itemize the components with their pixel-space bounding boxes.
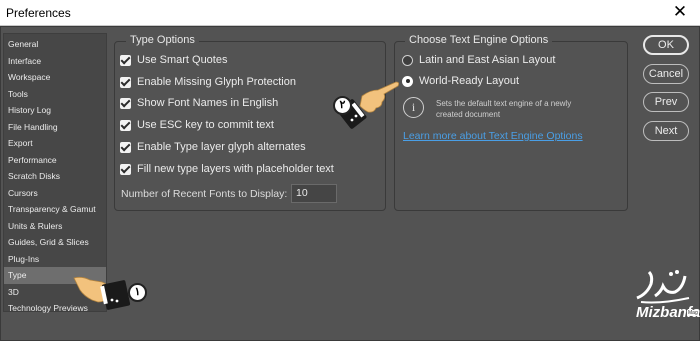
checkbox-label: Fill new type layers with placeholder te… <box>137 163 334 175</box>
type-layer-glyph-alternates-checkbox[interactable]: Enable Type layer glyph alternates <box>120 140 306 154</box>
sidebar-item-transparency-gamut[interactable]: Transparency & Gamut <box>4 201 106 218</box>
mizbanfa-watermark: Mizbanfa Mag <box>587 264 700 334</box>
learn-more-link[interactable]: Learn more about Text Engine Options <box>403 130 583 142</box>
watermark-logo-icon <box>636 270 690 304</box>
esc-commit-text-checkbox[interactable]: Use ESC key to commit text <box>120 118 274 132</box>
watermark-mag: Mag <box>687 310 699 316</box>
text-engine-title: Choose Text Engine Options <box>405 34 553 46</box>
sidebar-item-plug-ins[interactable]: Plug-Ins <box>4 251 106 268</box>
latin-east-asian-radio[interactable]: Latin and East Asian Layout <box>402 53 555 67</box>
checkbox-checked-icon[interactable] <box>120 141 131 153</box>
sidebar-item-units-rulers[interactable]: Units & Rulers <box>4 218 106 235</box>
recent-fonts-input[interactable]: 10 <box>291 184 337 203</box>
cancel-button[interactable]: Cancel <box>643 64 689 84</box>
sidebar-item-guides-grid-slices[interactable]: Guides, Grid & Slices <box>4 234 106 251</box>
sidebar-item-scratch-disks[interactable]: Scratch Disks <box>4 168 106 185</box>
checkbox-checked-icon[interactable] <box>120 119 131 131</box>
world-ready-radio[interactable]: World-Ready Layout <box>402 74 519 88</box>
radio-label: Latin and East Asian Layout <box>419 54 556 66</box>
next-button[interactable]: Next <box>643 121 689 141</box>
sidebar-item-cursors[interactable]: Cursors <box>4 185 106 202</box>
checkbox-checked-icon[interactable] <box>120 97 131 109</box>
type-options-title: Type Options <box>126 34 199 46</box>
radio-checked-icon[interactable] <box>402 75 413 87</box>
radio-label: World-Ready Layout <box>419 75 520 87</box>
checkbox-checked-icon[interactable] <box>120 163 131 175</box>
font-names-english-checkbox[interactable]: Show Font Names in English <box>120 96 278 110</box>
sidebar-item-history-log[interactable]: History Log <box>4 102 106 119</box>
checkbox-label: Show Font Names in English <box>137 97 279 109</box>
prev-button[interactable]: Prev <box>643 92 689 112</box>
sidebar-item-general[interactable]: General <box>4 36 106 53</box>
sidebar-item-file-handling[interactable]: File Handling <box>4 119 106 136</box>
window-title: Preferences <box>6 6 71 20</box>
title-bar: Preferences ✕ <box>0 0 700 26</box>
checkbox-label: Use ESC key to commit text <box>137 119 274 131</box>
checkbox-label: Use Smart Quotes <box>137 54 228 66</box>
checkbox-label: Enable Missing Glyph Protection <box>137 76 296 88</box>
checkbox-checked-icon[interactable] <box>120 54 131 66</box>
text-engine-description: Sets the default text engine of a newly … <box>436 99 572 119</box>
info-icon: i <box>403 97 424 118</box>
sidebar-item-interface[interactable]: Interface <box>4 53 106 70</box>
sidebar-item-workspace[interactable]: Workspace <box>4 69 106 86</box>
radio-unchecked-icon[interactable] <box>402 54 413 66</box>
pointing-hand-icon <box>73 276 131 310</box>
sidebar-item-export[interactable]: Export <box>4 135 106 152</box>
placeholder-text-checkbox[interactable]: Fill new type layers with placeholder te… <box>120 162 334 176</box>
checkbox-label: Enable Type layer glyph alternates <box>137 141 306 153</box>
checkbox-checked-icon[interactable] <box>120 76 131 88</box>
close-icon[interactable]: ✕ <box>670 2 690 22</box>
missing-glyph-protection-checkbox[interactable]: Enable Missing Glyph Protection <box>120 75 296 89</box>
sidebar-item-performance[interactable]: Performance <box>4 152 106 169</box>
sidebar-item-tools[interactable]: Tools <box>4 86 106 103</box>
use-smart-quotes-checkbox[interactable]: Use Smart Quotes <box>120 53 227 67</box>
recent-fonts-label: Number of Recent Fonts to Display: <box>121 188 288 200</box>
step-1-badge: ۱ <box>128 283 147 302</box>
step-2-badge: ۲ <box>333 96 352 115</box>
ok-button[interactable]: OK <box>643 35 689 55</box>
